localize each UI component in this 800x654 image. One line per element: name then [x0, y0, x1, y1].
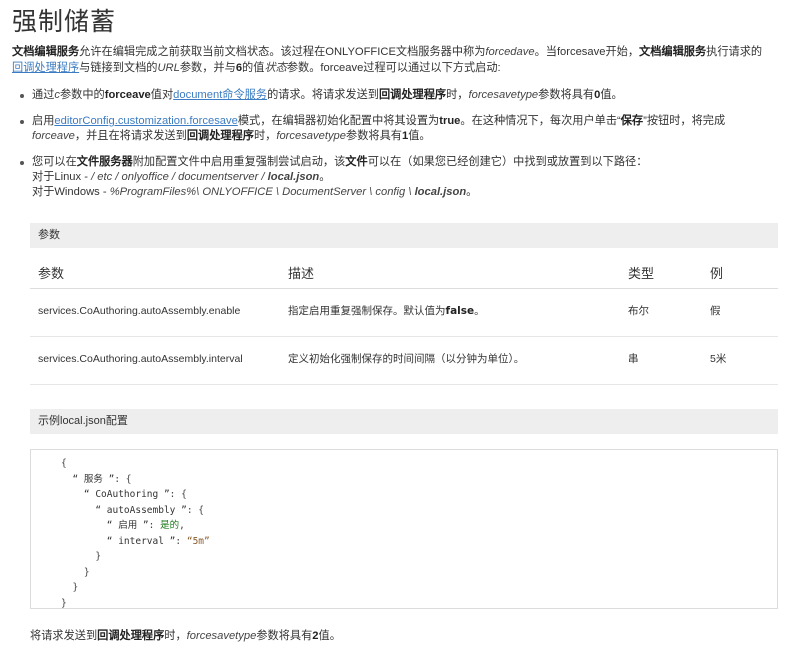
param-name: services.CoAuthoring.autoAssembly.interv… — [30, 336, 280, 385]
param-type: 串 — [620, 336, 702, 385]
param-type: 布尔 — [620, 288, 702, 337]
footer-note: 将请求发送到回调处理程序时，forcesavetype参数将具有2值。 — [30, 630, 341, 642]
parameters-section-header: 参数 — [30, 223, 778, 248]
list-item: 启用editorConfig.customization.forcesave模式… — [12, 114, 788, 144]
forcesave-config-link[interactable]: editorConfig.customization.forcesave — [54, 115, 237, 127]
page-title: 强制储蓄 — [12, 7, 117, 36]
table-row: services.CoAuthoring.autoAssembly.interv… — [30, 336, 778, 385]
windows-path: 对于Windows - %ProgramFiles%\ ONLYOFFICE \… — [32, 186, 478, 198]
list-item: 通过c参数中的forceave值对document命令服务的请求。将请求发送到回… — [12, 88, 788, 103]
example-section-header: 示例local.json配置 — [30, 409, 778, 434]
header-parameter: 参数 — [30, 262, 280, 289]
table-row: services.CoAuthoring.autoAssembly.enable… — [30, 288, 778, 337]
header-type: 类型 — [620, 262, 702, 289]
parameters-table: 参数 描述 类型 例 services.CoAuthoring.autoAsse… — [30, 262, 778, 385]
header-description: 描述 — [280, 262, 620, 289]
command-service-link[interactable]: document命令服务 — [173, 89, 267, 101]
param-description: 定义初始化强制保存的时间间隔（以分钟为单位）。 — [280, 336, 620, 385]
list-item: 您可以在文件服务器附加配置文件中启用重复强制尝试启动，该文件可以在（如果您已经创… — [12, 155, 788, 200]
param-description: 指定启用重复强制保存。默认值为false。 — [280, 288, 620, 337]
code-block[interactable]: { “ 服务 ”: { “ CoAuthoring ”: { “ autoAss… — [30, 449, 778, 609]
param-example: 5米 — [702, 336, 778, 385]
param-example: 假 — [702, 288, 778, 337]
linux-path: 对于Linux - / etc / onlyoffice / documents… — [32, 171, 331, 183]
forcesave-methods-list: 通过c参数中的forceave值对document命令服务的请求。将请求发送到回… — [12, 88, 788, 211]
header-example: 例 — [702, 262, 778, 289]
intro-paragraph: 文档编辑服务允许在编辑完成之前获取当前文档状态。该过程在ONLYOFFICE文档… — [12, 46, 763, 74]
param-name: services.CoAuthoring.autoAssembly.enable — [30, 288, 280, 337]
table-header-row: 参数 描述 类型 例 — [30, 262, 778, 289]
callback-handler-link[interactable]: 回调处理程序 — [12, 62, 79, 74]
